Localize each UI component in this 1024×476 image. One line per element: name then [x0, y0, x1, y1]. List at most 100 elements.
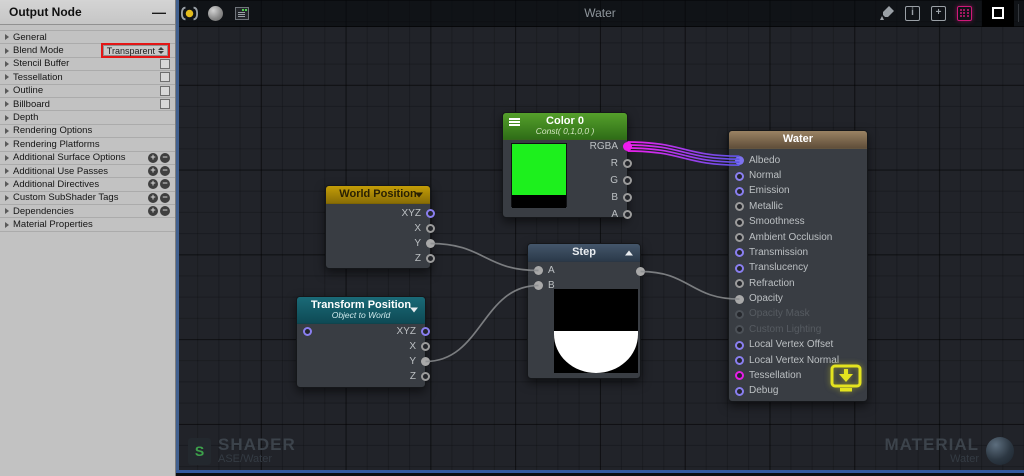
input-port-opacity-mask[interactable]: Opacity Mask: [735, 307, 867, 322]
info-icon[interactable]: i: [904, 5, 921, 22]
billboard-checkbox[interactable]: [160, 99, 170, 110]
node-header[interactable]: Color 0 Const( 0,1,0,0 ): [503, 113, 627, 140]
local-vertex-offset-port-dot[interactable]: [735, 340, 744, 350]
foldout-arrow-icon[interactable]: [5, 141, 9, 148]
xyz-port-dot[interactable]: [426, 209, 435, 218]
inspector-row-additional-directives[interactable]: Additional Directives + −: [0, 178, 175, 192]
input-port-transmission[interactable]: Transmission: [735, 245, 867, 260]
input-port-ambient-occlusion[interactable]: Ambient Occlusion: [735, 230, 867, 245]
inspector-row-billboard[interactable]: Billboard: [0, 97, 175, 112]
output-port-y[interactable]: Y: [297, 354, 430, 369]
sphere-preview-icon[interactable]: [207, 5, 224, 22]
maximize-icon[interactable]: [982, 0, 1014, 27]
add-node-icon[interactable]: +: [930, 5, 947, 22]
additional-surface-options-remove-button[interactable]: −: [160, 152, 170, 163]
additional-directives-remove-button[interactable]: −: [160, 179, 170, 190]
dependencies-remove-button[interactable]: −: [160, 206, 170, 217]
input-port-main[interactable]: [303, 324, 425, 339]
foldout-arrow-icon[interactable]: [5, 34, 9, 41]
save-shader-icon[interactable]: [829, 364, 863, 399]
z-port-dot[interactable]: [421, 372, 430, 381]
z-port-dot[interactable]: [426, 254, 435, 263]
wire-color0:RGBA-to-water:Albedo[interactable]: [627, 144, 740, 161]
outline-checkbox[interactable]: [160, 85, 170, 96]
additional-use-passes-add-button[interactable]: +: [148, 166, 158, 177]
wire-color0:RGBA-to-water:Albedo[interactable]: [627, 141, 740, 158]
input-port-a[interactable]: A: [534, 263, 640, 278]
x-port-dot[interactable]: [421, 342, 430, 351]
b-port-dot[interactable]: [534, 281, 543, 290]
node-graph-canvas[interactable]: Water i + World Position XYZ X Y Z Transform P…: [176, 0, 1024, 473]
node-dropdown-icon[interactable]: [410, 307, 418, 313]
minimize-button[interactable]: —: [152, 5, 166, 19]
y-port-dot[interactable]: [421, 357, 430, 366]
input-port-normal[interactable]: Normal: [735, 168, 867, 183]
clean-icon[interactable]: [878, 5, 895, 22]
a-port-dot[interactable]: [623, 210, 632, 219]
color-swatch[interactable]: [511, 143, 567, 208]
output-port-z[interactable]: Z: [297, 369, 430, 384]
custom-subshader-tags-add-button[interactable]: +: [148, 192, 158, 203]
inspector-row-blend-mode[interactable]: Blend Mode Transparent: [0, 43, 175, 59]
foldout-arrow-icon[interactable]: [5, 87, 9, 94]
foldout-arrow-icon[interactable]: [5, 221, 9, 228]
g-port-dot[interactable]: [623, 176, 632, 185]
inspector-row-material-properties[interactable]: Material Properties: [0, 218, 175, 232]
input-port-emission[interactable]: Emission: [735, 184, 867, 199]
inspector-row-tessellation[interactable]: Tessellation: [0, 71, 175, 85]
transmission-port-dot[interactable]: [735, 248, 744, 258]
wire-color0:RGBA-to-water:Albedo[interactable]: [627, 150, 740, 167]
tessellation-checkbox[interactable]: [160, 72, 170, 83]
node-header[interactable]: World Position: [326, 186, 430, 204]
local-vertex-normal-port-dot[interactable]: [735, 356, 744, 366]
node-step[interactable]: Step A B: [527, 243, 645, 379]
inspector-row-depth[interactable]: Depth: [0, 111, 175, 125]
input-port-refraction[interactable]: Refraction: [735, 276, 867, 291]
y-port-dot[interactable]: [426, 239, 435, 248]
wire-color0:RGBA-to-water:Albedo[interactable]: [627, 147, 740, 164]
inspector-row-additional-surface-options[interactable]: Additional Surface Options + −: [0, 151, 175, 165]
output-port-a[interactable]: A: [503, 206, 632, 223]
foldout-arrow-icon[interactable]: [5, 60, 9, 67]
foldout-arrow-icon[interactable]: [5, 181, 9, 188]
inspector-row-additional-use-passes[interactable]: Additional Use Passes + −: [0, 164, 175, 179]
rgba-port-dot[interactable]: [623, 142, 632, 151]
debug-port-dot[interactable]: [735, 386, 744, 396]
node-header[interactable]: Step: [528, 244, 640, 262]
smoothness-port-dot[interactable]: [735, 217, 744, 227]
b-port-dot[interactable]: [623, 193, 632, 202]
normal-port-dot[interactable]: [735, 171, 744, 181]
node-dropdown-icon[interactable]: [415, 192, 423, 197]
wire-transform_position:Y-to-step:B[interactable]: [425, 284, 539, 363]
wire-world_position:Y-to-step:A[interactable]: [430, 242, 539, 272]
foldout-arrow-icon[interactable]: [5, 74, 9, 81]
input-port-albedo[interactable]: Albedo: [735, 153, 867, 168]
output-port-xyz[interactable]: XYZ: [326, 206, 435, 221]
inspector-row-dependencies[interactable]: Dependencies + −: [0, 205, 175, 219]
node-world-position[interactable]: World Position XYZ X Y Z: [325, 185, 435, 269]
refraction-port-dot[interactable]: [735, 279, 744, 289]
foldout-arrow-icon[interactable]: [5, 208, 9, 215]
tessellation-port-dot[interactable]: [735, 371, 744, 381]
output-port-x[interactable]: X: [297, 339, 430, 354]
opacity-mask-port-dot[interactable]: [735, 309, 744, 319]
albedo-port-dot[interactable]: [735, 156, 744, 166]
input-port-opacity[interactable]: Opacity: [735, 291, 867, 306]
stencil-buffer-checkbox[interactable]: [160, 58, 170, 69]
a-port-dot[interactable]: [534, 266, 543, 275]
out-port-dot[interactable]: [303, 327, 312, 336]
foldout-arrow-icon[interactable]: [5, 127, 9, 134]
inspector-row-rendering-platforms[interactable]: Rendering Platforms: [0, 138, 175, 152]
blend-mode-dropdown[interactable]: Transparent: [102, 45, 168, 57]
node-color-0[interactable]: Color 0 Const( 0,1,0,0 ) RGBA R G B A: [502, 112, 632, 219]
input-port-custom-lighting[interactable]: Custom Lighting: [735, 322, 867, 337]
dependencies-add-button[interactable]: +: [148, 206, 158, 217]
foldout-arrow-icon[interactable]: [5, 47, 9, 54]
custom-lighting-port-dot[interactable]: [735, 325, 744, 335]
ambient-occlusion-port-dot[interactable]: [735, 233, 744, 243]
x-port-dot[interactable]: [426, 224, 435, 233]
r-port-dot[interactable]: [623, 159, 632, 168]
wire-step:out-to-water:Opacity[interactable]: [640, 270, 740, 300]
foldout-arrow-icon[interactable]: [5, 114, 9, 121]
additional-directives-add-button[interactable]: +: [148, 179, 158, 190]
